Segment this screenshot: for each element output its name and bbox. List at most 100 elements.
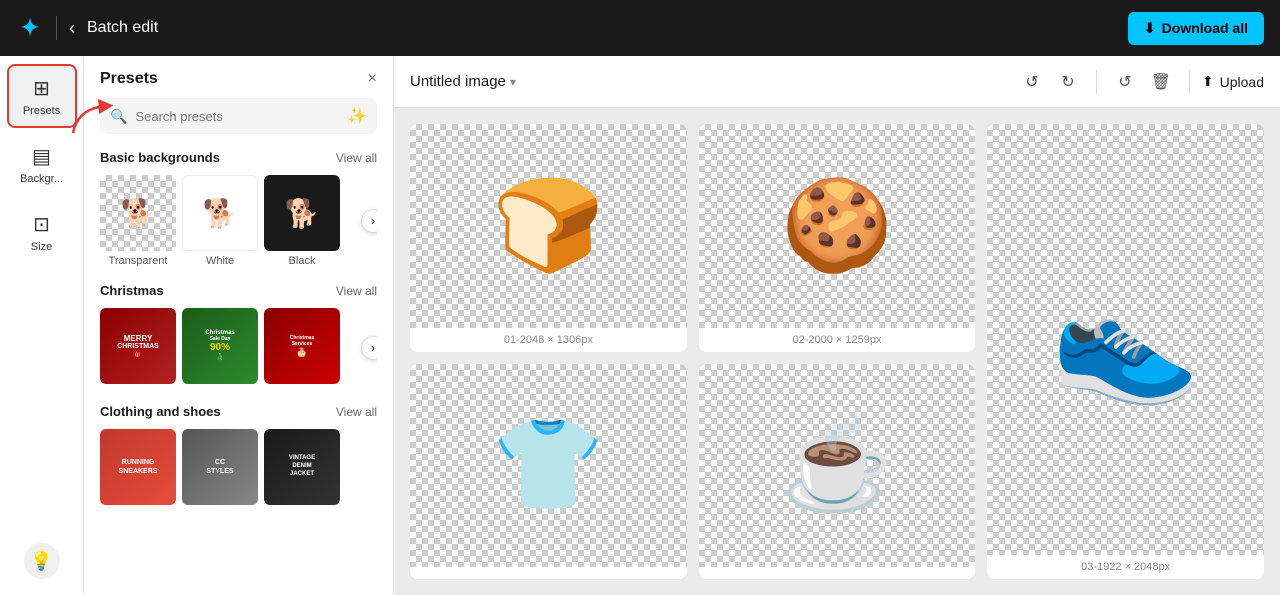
download-all-button[interactable]: ⬇ Download all [1128, 12, 1264, 45]
sidebar-item-label: Backgr... [20, 173, 63, 185]
image-thumb-05: ☕ [699, 364, 976, 568]
preset-thumb-cl3: VINTAGEDENIMJACKET [264, 429, 340, 505]
image-grid: 🍞 01-2048 × 1306px 🍪 02-2000 × 1259px 👟 … [394, 108, 1280, 595]
cl2-text: CCSTYLES [202, 454, 237, 480]
page-title: Batch edit [87, 19, 158, 37]
redo-icon: ↻ [1061, 72, 1074, 92]
hint-button[interactable]: 💡 [24, 543, 60, 579]
upload-button[interactable]: ⬆ Upload [1202, 73, 1264, 90]
search-icon: 🔍 [110, 108, 127, 125]
preset-label-transparent: Transparent [109, 255, 168, 267]
preset-thumb-xmas1: MERRY CHRISTMAS 🎁 [100, 308, 176, 384]
image-caption-03: 03-1922 × 2048px [987, 555, 1264, 579]
logo-symbol: ✦ [21, 15, 39, 41]
product-05: ☕ [781, 420, 893, 510]
search-input[interactable] [135, 109, 339, 124]
toolbar-divider-2 [1189, 70, 1190, 94]
dog-image-white: 🐕 [183, 176, 257, 250]
toolbar-action-group: ↺ 🗑 [1109, 66, 1177, 98]
image-card-02[interactable]: 🍪 02-2000 × 1259px [699, 124, 976, 352]
download-icon: ⬇ [1144, 20, 1156, 37]
dog-image-black: 🐕 [264, 175, 340, 251]
canvas-title-button[interactable]: Untitled image ▾ [410, 73, 516, 90]
preset-thumb-xmas3: Christmas Services 🎂 [264, 308, 340, 384]
canvas-toolbar: Untitled image ▾ ↺ ↻ ↺ 🗑 [394, 56, 1280, 108]
preset-cl1[interactable]: RUNNINGSNEAKERS [100, 429, 176, 509]
xmas3-text: Christmas Services 🎂 [286, 331, 318, 362]
undo-icon: ↺ [1025, 72, 1038, 92]
presets-close-button[interactable]: × [368, 70, 377, 88]
image-card-04[interactable]: 👕 [410, 364, 687, 580]
main-layout: ⊞ Presets ▤ Backgr... ⊡ Size 💡 [0, 56, 1280, 595]
image-card-05[interactable]: ☕ [699, 364, 976, 580]
canvas-title-text: Untitled image [410, 73, 506, 90]
clothing-view-all-button[interactable]: View all [336, 405, 377, 419]
refresh-button[interactable]: ↺ [1109, 66, 1141, 98]
preset-white[interactable]: 🐕 White [182, 175, 258, 267]
header-divider [56, 16, 57, 40]
upload-label: Upload [1220, 74, 1264, 90]
clothing-title: Clothing and shoes [100, 404, 221, 419]
preset-cl2[interactable]: CCSTYLES [182, 429, 258, 509]
dog-image-transparent: 🐕 [100, 175, 176, 251]
clothing-list: RUNNINGSNEAKERS CCSTYLES VINTAGEDENIMJAC… [100, 429, 377, 509]
preset-xmas1[interactable]: MERRY CHRISTMAS 🎁 [100, 308, 176, 388]
preset-black[interactable]: 🐕 Black [264, 175, 340, 267]
presets-panel-title: Presets [100, 70, 158, 88]
product-03: 👟 [1051, 280, 1200, 400]
search-bar: 🔍 ✨ [100, 98, 377, 134]
preset-xmas2[interactable]: Christmas Sale Day 90% 🎄 [182, 308, 258, 388]
sidebar-item-background[interactable]: ▤ Backgr... [7, 132, 77, 196]
basic-scroll-next[interactable]: › [361, 209, 377, 233]
image-card-03[interactable]: 👟 03-1922 × 2048px [987, 124, 1264, 579]
basic-backgrounds-list: 🐕 Transparent 🐕 White 🐕 Black [100, 175, 377, 267]
image-caption-04 [410, 567, 687, 579]
presets-panel: Presets × 🔍 ✨ Basic backgrounds View all… [84, 56, 394, 595]
image-thumb-04: 👕 [410, 364, 687, 568]
xmas1-text: MERRY CHRISTMAS 🎁 [113, 330, 163, 362]
sidebar-item-label: Presets [23, 105, 60, 117]
basic-view-all-button[interactable]: View all [336, 151, 377, 165]
background-icon: ▤ [32, 144, 51, 169]
product-04: 👕 [492, 420, 604, 510]
christmas-list: MERRY CHRISTMAS 🎁 Christmas Sale Day 90% [100, 308, 377, 388]
redo-button[interactable]: ↻ [1052, 66, 1084, 98]
christmas-section: Christmas View all MERRY CHRISTMAS 🎁 [84, 283, 393, 404]
presets-panel-header: Presets × [84, 56, 393, 98]
sidebar-item-presets[interactable]: ⊞ Presets [7, 64, 77, 128]
sidebar-item-label: Size [31, 241, 52, 253]
sidebar-item-size[interactable]: ⊡ Size [7, 200, 77, 264]
image-thumb-01: 🍞 [410, 124, 687, 328]
product-01: 🍞 [492, 181, 604, 271]
image-card-01[interactable]: 🍞 01-2048 × 1306px [410, 124, 687, 352]
preset-thumb-white: 🐕 [182, 175, 258, 251]
cl3-text: VINTAGEDENIMJACKET [285, 451, 319, 482]
canvas-title-chevron: ▾ [510, 75, 516, 89]
app-logo: ✦ [16, 14, 44, 42]
preset-cl3[interactable]: VINTAGEDENIMJACKET [264, 429, 340, 509]
preset-thumb-transparent: 🐕 [100, 175, 176, 251]
clothing-section: Clothing and shoes View all RUNNINGSNEAK… [84, 404, 393, 525]
image-thumb-02: 🍪 [699, 124, 976, 328]
preset-transparent[interactable]: 🐕 Transparent [100, 175, 176, 267]
christmas-title: Christmas [100, 283, 164, 298]
presets-icon: ⊞ [33, 76, 50, 101]
delete-icon: 🗑 [1151, 72, 1171, 92]
toolbar-divider [1096, 70, 1097, 94]
preset-xmas3[interactable]: Christmas Services 🎂 [264, 308, 340, 388]
clothing-header: Clothing and shoes View all [100, 404, 377, 419]
image-thumb-03: 👟 [987, 124, 1264, 555]
delete-button[interactable]: 🗑 [1145, 66, 1177, 98]
back-button[interactable]: ‹ [69, 18, 75, 39]
preset-thumb-xmas2: Christmas Sale Day 90% 🎄 [182, 308, 258, 384]
image-caption-02: 02-2000 × 1259px [699, 328, 976, 352]
christmas-scroll-next[interactable]: › [361, 336, 377, 360]
christmas-view-all-button[interactable]: View all [336, 284, 377, 298]
preset-thumb-cl1: RUNNINGSNEAKERS [100, 429, 176, 505]
canvas-area: Untitled image ▾ ↺ ↻ ↺ 🗑 [394, 56, 1280, 595]
basic-backgrounds-section: Basic backgrounds View all 🐕 Transparent… [84, 150, 393, 283]
undo-button[interactable]: ↺ [1016, 66, 1048, 98]
image-caption-05 [699, 567, 976, 579]
magic-wand-icon[interactable]: ✨ [347, 106, 367, 126]
header: ✦ ‹ Batch edit ⬇ Download all [0, 0, 1280, 56]
